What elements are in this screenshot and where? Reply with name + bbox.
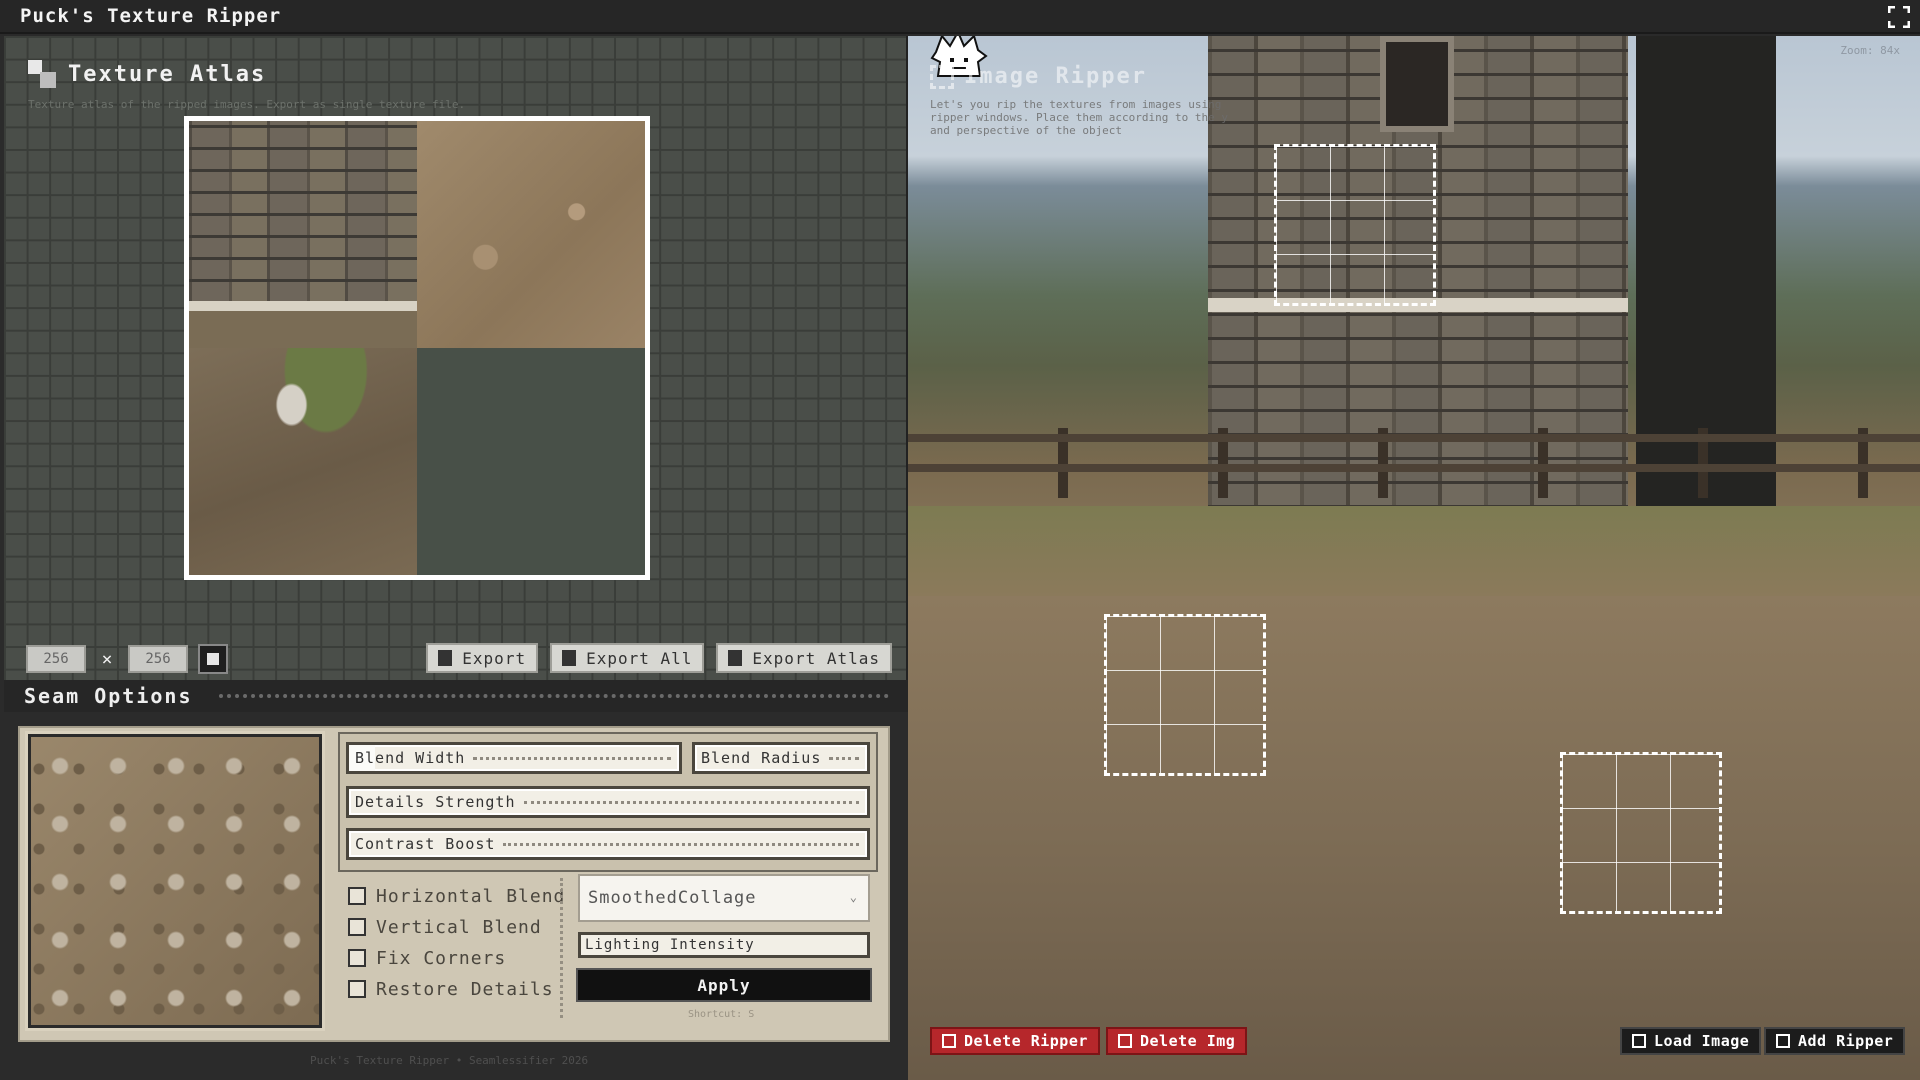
seam-options-header: Seam Options [4,680,908,712]
export-atlas-icon [728,650,743,666]
image-ripper-description: Let's you rip the textures from images u… [930,98,1229,137]
blend-radius-label: Blend Radius [701,749,822,767]
square-toggle-button[interactable] [198,644,228,674]
atlas-size-controls: 256 × 256 [26,644,228,674]
horizontal-blend-checkbox[interactable]: Horizontal Blend [348,884,565,908]
export-toolbar: Export Export All Export Atlas [426,643,892,673]
footer-credit: Puck's Texture Ripper • Seamlessifier 20… [310,1054,589,1067]
checkbox-box[interactable] [348,887,366,905]
load-image-icon [1632,1034,1646,1048]
app-title: Puck's Texture Ripper [20,5,282,27]
atlas-subtitle: Texture atlas of the ripped images. Expo… [28,98,466,111]
left-pane: Texture Atlas Texture atlas of the rippe… [0,36,908,1080]
lighting-intensity-slider[interactable]: Lighting Intensity [578,932,870,958]
seam-options-title: Seam Options [24,684,193,708]
add-ripper-icon [1776,1034,1790,1048]
blend-width-slider[interactable]: Blend Width [346,742,682,774]
blend-mode-select[interactable]: SmoothedCollage ⌄ [578,874,870,922]
tower-window [1380,36,1454,132]
apply-shortcut-hint: Shortcut: S [688,1009,755,1020]
title-bar: Puck's Texture Ripper [0,0,1920,34]
checkbox-box[interactable] [348,949,366,967]
ripper-icon [930,64,954,89]
add-ripper-button[interactable]: Add Ripper [1764,1027,1906,1055]
atlas-icon [26,58,58,90]
export-all-icon [562,650,577,666]
export-all-button[interactable]: Export All [550,643,705,673]
image-ripper-canvas[interactable]: Image Ripper Let's you rip the textures … [908,36,1920,1080]
ripper-window[interactable] [1274,144,1436,306]
blend-checkboxes: Horizontal Blend Vertical Blend Fix Corn… [348,884,565,1008]
vertical-blend-checkbox[interactable]: Vertical Blend [348,915,565,939]
texture-atlas-panel: Texture Atlas Texture atlas of the rippe… [4,36,908,680]
grass-strip [908,506,1920,596]
atlas-tile-dirt[interactable] [417,121,645,348]
image-ripper-title: Image Ripper [964,64,1147,89]
contrast-boost-slider[interactable]: Contrast Boost [346,828,870,860]
details-strength-slider[interactable]: Details Strength [346,786,870,818]
seamless-preview [28,734,322,1028]
export-icon [438,650,453,666]
fix-corners-checkbox[interactable]: Fix Corners [348,946,565,970]
apply-button[interactable]: Apply [576,968,872,1002]
export-button[interactable]: Export [426,643,539,673]
delete-img-button[interactable]: Delete Img [1106,1027,1248,1055]
trash-icon [1118,1034,1132,1048]
export-all-label: Export All [586,648,693,668]
blend-width-label: Blend Width [355,749,466,767]
restore-details-checkbox[interactable]: Restore Details [348,977,565,1001]
trash-icon [942,1034,956,1048]
details-strength-label: Details Strength [355,793,516,811]
checkbox-label: Fix Corners [376,947,507,969]
atlas-tile-rock[interactable] [189,348,417,575]
load-image-button[interactable]: Load Image [1620,1027,1762,1055]
vertical-divider [560,878,563,1018]
contrast-boost-label: Contrast Boost [355,835,496,853]
square-icon [207,653,219,665]
checkbox-label: Restore Details [376,978,554,1000]
fence-rail [908,464,1920,472]
image-ripper-header: Image Ripper [930,64,1147,89]
checkbox-box[interactable] [348,918,366,936]
atlas-width-input[interactable]: 256 [26,645,86,673]
delete-ripper-label: Delete Ripper [964,1032,1088,1050]
times-label: × [101,648,113,670]
header-divider [218,694,889,698]
blend-mode-value: SmoothedCollage [588,888,757,908]
export-label: Export [462,648,527,668]
checkbox-box[interactable] [348,980,366,998]
checkbox-label: Vertical Blend [376,916,542,938]
slider-group: Blend Width Blend Radius Details Strengt… [338,732,878,872]
delete-img-label: Delete Img [1140,1032,1236,1050]
add-ripper-label: Add Ripper [1798,1032,1894,1050]
atlas-height-input[interactable]: 256 [128,645,188,673]
atlas-canvas[interactable] [184,116,650,580]
ripper-window[interactable] [1104,614,1266,776]
load-image-label: Load Image [1654,1032,1750,1050]
fullscreen-icon[interactable] [1888,6,1910,28]
lighting-intensity-label: Lighting Intensity [585,937,755,953]
export-atlas-label: Export Atlas [752,648,880,668]
zoom-indicator: Zoom: 84x [1840,44,1900,57]
seam-options-panel: Blend Width Blend Radius Details Strengt… [18,726,890,1042]
atlas-title: Texture Atlas [68,61,267,87]
fence-rail [908,434,1920,442]
atlas-header: Texture Atlas [26,58,266,90]
export-atlas-button[interactable]: Export Atlas [716,643,892,673]
delete-ripper-button[interactable]: Delete Ripper [930,1027,1100,1055]
blend-radius-slider[interactable]: Blend Radius [692,742,870,774]
checkbox-label: Horizontal Blend [376,885,566,907]
chevron-down-icon: ⌄ [849,890,858,904]
atlas-tile-wall[interactable] [189,121,417,348]
ripper-window[interactable] [1560,752,1722,914]
